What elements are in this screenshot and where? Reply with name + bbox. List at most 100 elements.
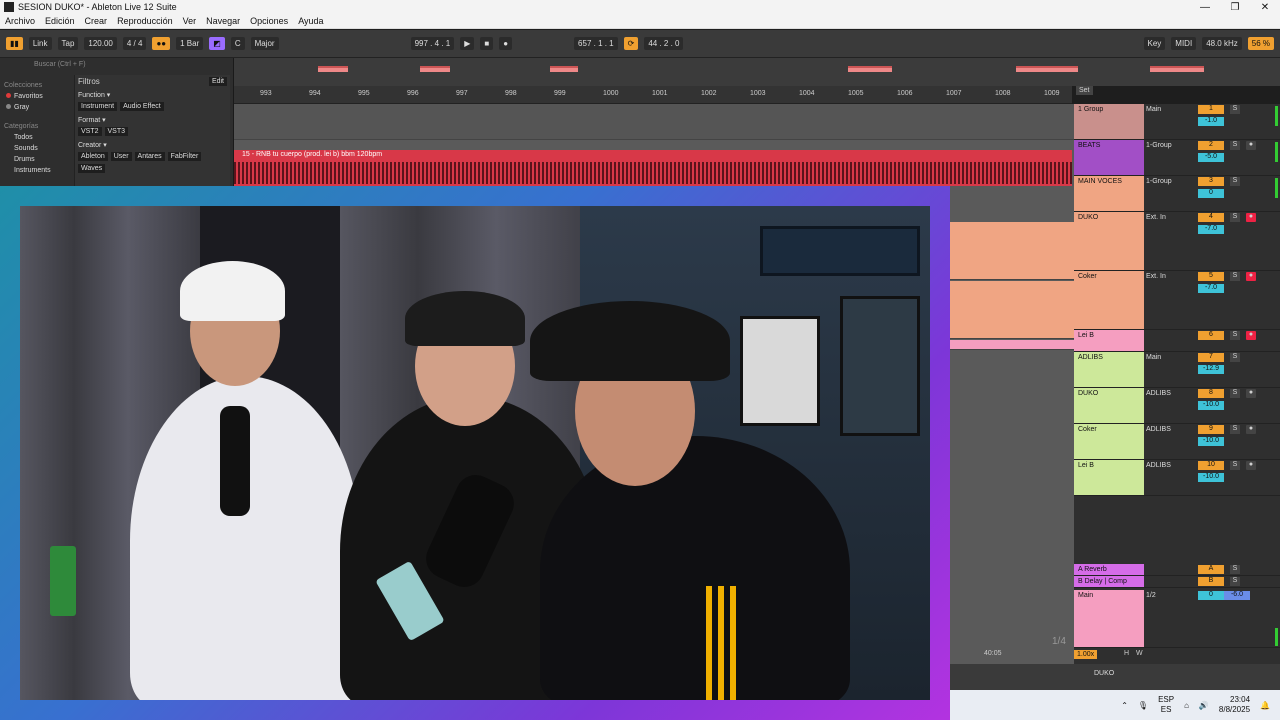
- speaker-icon[interactable]: 🔊: [1199, 701, 1209, 710]
- track-name[interactable]: 1 Group: [1074, 104, 1144, 139]
- solo-button[interactable]: S: [1230, 141, 1240, 150]
- track-volume[interactable]: -12.9: [1198, 365, 1224, 374]
- track-volume[interactable]: -7.0: [1198, 284, 1224, 293]
- track-main[interactable]: Main 1/2 0 -6.0: [1074, 590, 1280, 648]
- track-volume[interactable]: -5.0: [1198, 153, 1224, 162]
- track-name[interactable]: Main: [1074, 590, 1144, 647]
- solo-button[interactable]: S: [1230, 105, 1240, 114]
- clock[interactable]: 23:04 8/8/2025: [1219, 695, 1250, 715]
- track-adlibs-coker[interactable]: Coker ADLIBS 9 -10.0 S ●: [1074, 424, 1280, 460]
- track-name[interactable]: ADLIBS: [1074, 352, 1144, 387]
- menu-opciones[interactable]: Opciones: [245, 16, 293, 26]
- track-duko[interactable]: DUKO Ext. In 4 -7.0 S ●: [1074, 212, 1280, 271]
- track-adlibs-duko[interactable]: DUKO ADLIBS 8 -10.0 S ●: [1074, 388, 1280, 424]
- return-b-delay-comp[interactable]: B Delay | Comp B S: [1074, 576, 1280, 588]
- arm-button[interactable]: ●: [1246, 213, 1256, 222]
- scale-select[interactable]: Major: [250, 37, 279, 50]
- track-name[interactable]: BEATS: [1074, 140, 1144, 175]
- time-signature-field[interactable]: 4 / 4: [122, 37, 147, 50]
- track-name[interactable]: B Delay | Comp: [1074, 576, 1144, 587]
- tag-waves[interactable]: Waves: [78, 164, 106, 173]
- network-icon[interactable]: ⌂: [1184, 701, 1189, 710]
- beat-time-ruler[interactable]: 993 994 995 996 997 998 999 1000 1001 10…: [234, 86, 1072, 104]
- solo-button[interactable]: S: [1230, 177, 1240, 186]
- track-output[interactable]: Main: [1146, 106, 1161, 113]
- track-activator[interactable]: 3: [1198, 177, 1224, 186]
- menu-archivo[interactable]: Archivo: [0, 16, 40, 26]
- menu-reproduccion[interactable]: Reproducción: [112, 16, 178, 26]
- track-beats[interactable]: BEATS 1-Group 2 -5.0 S ●: [1074, 140, 1280, 176]
- track-output[interactable]: ADLIBS: [1146, 462, 1171, 469]
- close-button[interactable]: ✕: [1250, 2, 1280, 13]
- minimize-button[interactable]: —: [1190, 2, 1220, 13]
- track-activator[interactable]: B: [1198, 577, 1224, 586]
- track-activator[interactable]: 6: [1198, 331, 1224, 340]
- maximize-button[interactable]: ❐: [1220, 2, 1250, 13]
- key-map-button[interactable]: Key: [1143, 37, 1166, 50]
- arrangement-position[interactable]: 997 . 4 . 1: [410, 37, 455, 50]
- tag-instrument[interactable]: Instrument: [78, 102, 118, 111]
- track-input[interactable]: Ext. In: [1146, 214, 1166, 221]
- scale-icon[interactable]: ◩: [209, 37, 225, 50]
- solo-button[interactable]: S: [1230, 272, 1240, 281]
- menu-navegar[interactable]: Navegar: [201, 16, 245, 26]
- edit-filters-button[interactable]: Edit: [208, 77, 227, 86]
- main-volume[interactable]: 0: [1198, 591, 1224, 600]
- solo-button[interactable]: S: [1230, 389, 1240, 398]
- solo-button[interactable]: S: [1230, 461, 1240, 470]
- solo-button[interactable]: S: [1230, 425, 1240, 434]
- track-volume[interactable]: -10.0: [1198, 401, 1224, 410]
- track-output[interactable]: 1-Group: [1146, 178, 1172, 185]
- track-name[interactable]: Lei B: [1074, 460, 1144, 495]
- arm-button[interactable]: ●: [1246, 272, 1256, 281]
- tag-user[interactable]: User: [110, 152, 132, 161]
- solo-button[interactable]: S: [1230, 353, 1240, 362]
- tap-button[interactable]: Tap: [57, 37, 79, 50]
- menu-ver[interactable]: Ver: [178, 16, 202, 26]
- track-volume[interactable]: -10.0: [1198, 437, 1224, 446]
- category-instruments[interactable]: Instruments: [4, 165, 72, 176]
- tempo-field[interactable]: 120.00: [84, 37, 117, 50]
- tag-vst3[interactable]: VST3: [104, 127, 129, 136]
- track-volume[interactable]: -1.0: [1198, 117, 1224, 126]
- track-coker[interactable]: Coker Ext. In 5 -7.0 S ●: [1074, 271, 1280, 330]
- solo-button[interactable]: S: [1230, 331, 1240, 340]
- solo-button[interactable]: S: [1230, 565, 1240, 574]
- track-name[interactable]: DUKO: [1074, 212, 1144, 270]
- collection-gray[interactable]: Gray: [4, 102, 72, 113]
- browser-toggle-icon[interactable]: ▮▮: [6, 37, 23, 50]
- track-volume[interactable]: 0: [1198, 189, 1224, 198]
- track-name[interactable]: A Reverb: [1074, 564, 1144, 575]
- tag-audio-effect[interactable]: Audio Effect: [120, 102, 164, 111]
- language-indicator[interactable]: ESP ES: [1158, 695, 1174, 715]
- link-button[interactable]: Link: [28, 37, 52, 50]
- loop-length-field[interactable]: 44 . 2 . 0: [644, 37, 684, 50]
- menu-edicion[interactable]: Edición: [40, 16, 80, 26]
- track-name[interactable]: Lei B: [1074, 330, 1144, 351]
- track-output[interactable]: 1-Group: [1146, 142, 1172, 149]
- track-name[interactable]: Coker: [1074, 424, 1144, 459]
- track-volume[interactable]: -10.0: [1198, 473, 1224, 482]
- stop-icon[interactable]: ■: [480, 37, 494, 50]
- loop-icon[interactable]: ⟳: [623, 37, 639, 50]
- tag-antares[interactable]: Antares: [134, 152, 165, 161]
- loop-start-field[interactable]: 657 . 1 . 1: [574, 37, 618, 50]
- track-activator[interactable]: 7: [1198, 353, 1224, 362]
- main-pan[interactable]: -6.0: [1224, 591, 1250, 600]
- chevron-up-icon[interactable]: ⌃: [1121, 701, 1128, 710]
- height-toggle[interactable]: H: [1124, 650, 1129, 657]
- track-output[interactable]: ADLIBS: [1146, 390, 1171, 397]
- category-todos[interactable]: Todos: [4, 132, 72, 143]
- arrangement-overview[interactable]: [234, 58, 1280, 86]
- arm-button[interactable]: ●: [1246, 425, 1256, 434]
- return-a-reverb[interactable]: A Reverb A S: [1074, 564, 1280, 576]
- tag-ableton[interactable]: Ableton: [78, 152, 108, 161]
- track-adlibs[interactable]: ADLIBS Main 7 -12.9 S: [1074, 352, 1280, 388]
- track-lane[interactable]: [234, 104, 1074, 140]
- key-select[interactable]: C: [230, 37, 245, 50]
- track-output[interactable]: ADLIBS: [1146, 426, 1171, 433]
- midi-map-button[interactable]: MIDI: [1171, 37, 1197, 50]
- arm-button[interactable]: ●: [1246, 141, 1256, 150]
- track-activator[interactable]: 8: [1198, 389, 1224, 398]
- set-button[interactable]: Set: [1076, 86, 1093, 95]
